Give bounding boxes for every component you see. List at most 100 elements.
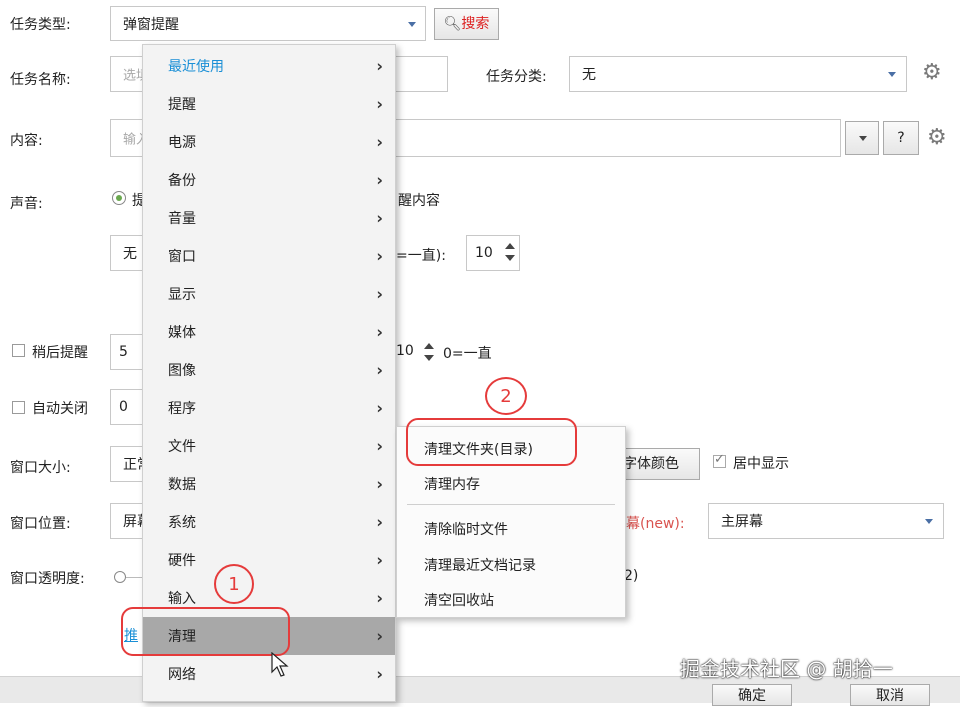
ok-button[interactable]: 确定 — [712, 684, 792, 706]
menu-item-label: 输入 — [168, 591, 196, 607]
menu-item[interactable]: 媒体 › — [143, 313, 395, 351]
submenu-item-label: 清空回收站 — [424, 593, 494, 609]
submenu-item[interactable]: 清除临时文件 — [397, 511, 625, 547]
chevron-right-icon: › — [376, 322, 383, 342]
opacity-slider-handle[interactable] — [114, 571, 126, 583]
mouse-cursor-icon — [271, 652, 289, 677]
repeat-input[interactable]: 10 — [466, 235, 520, 271]
help-button[interactable]: ? — [883, 121, 919, 155]
auto-close-label: 自动关闭 — [32, 401, 88, 417]
menu-item[interactable]: 提醒 › — [143, 85, 395, 123]
menu-item-label: 系统 — [168, 515, 196, 531]
task-category-select[interactable]: 无 — [569, 56, 907, 92]
menu-item-label: 数据 — [168, 477, 196, 493]
later-suffix: 0=一直 — [443, 346, 492, 362]
gear-icon[interactable]: ⚙ — [927, 127, 947, 149]
chevron-right-icon: › — [376, 132, 383, 152]
task-type-select[interactable]: 弹窗提醒 — [110, 6, 426, 41]
menu-item-label: 文件 — [168, 439, 196, 455]
chevron-right-icon: › — [376, 626, 383, 646]
content-label: 内容: — [10, 133, 43, 149]
menu-item[interactable]: 硬件 › — [143, 541, 395, 579]
chevron-right-icon: › — [376, 56, 383, 76]
menu-item-label: 音量 — [168, 211, 196, 227]
menu-item[interactable]: 程序 › — [143, 389, 395, 427]
submenu-separator — [407, 504, 615, 505]
submenu-item[interactable]: 清空回收站 — [397, 582, 625, 618]
repeat-label: =一直): — [396, 248, 446, 264]
menu-item-label: 硬件 — [168, 553, 196, 569]
menu-item[interactable]: 窗口 › — [143, 237, 395, 275]
menu-item[interactable]: 电源 › — [143, 123, 395, 161]
context-menu: 最近使用 › 提醒 › 电源 › 备份 › 音量 › 窗口 › 显示 › 媒体 › 图像 › 程序 › 文件 › 数据 › 系统… — [142, 44, 396, 702]
menu-item-label: 备份 — [168, 173, 196, 189]
chevron-right-icon: › — [376, 94, 383, 114]
auto-close-checkbox[interactable] — [12, 401, 25, 414]
menu-item-label: 窗口 — [168, 249, 196, 265]
chevron-right-icon: › — [376, 664, 383, 684]
chevron-right-icon: › — [376, 170, 383, 190]
later-label: 稍后提醒 — [32, 345, 88, 361]
window-pos-label: 窗口位置: — [10, 516, 71, 532]
menu-item[interactable]: 备份 › — [143, 161, 395, 199]
chevron-right-icon: › — [376, 360, 383, 380]
chevron-right-icon: › — [376, 550, 383, 570]
menu-item[interactable]: 显示 › — [143, 275, 395, 313]
opacity-label: 窗口透明度: — [10, 571, 85, 587]
chevron-right-icon: › — [376, 246, 383, 266]
submenu-item[interactable]: 清理最近文档记录 — [397, 547, 625, 583]
screen-select[interactable]: 主屏幕 — [708, 503, 944, 539]
task-type-label: 任务类型: — [10, 17, 71, 33]
center-label: 居中显示 — [733, 456, 789, 472]
sound-radio[interactable] — [112, 191, 126, 205]
chevron-right-icon: › — [376, 436, 383, 456]
menu-item[interactable]: 网络 › — [143, 655, 395, 693]
submenu-item-label: 清理内存 — [424, 477, 480, 493]
menu-item[interactable]: 文件 › — [143, 427, 395, 465]
menu-item[interactable]: 图像 › — [143, 351, 395, 389]
search-button-label: 搜索 — [461, 16, 490, 32]
annotation-ring-clean-folder — [406, 418, 577, 466]
chevron-right-icon: › — [376, 512, 383, 532]
menu-item-label: 程序 — [168, 401, 196, 417]
menu-item-label: 电源 — [168, 135, 196, 151]
menu-item[interactable]: 数据 › — [143, 465, 395, 503]
content-dropdown-button[interactable] — [845, 121, 879, 155]
task-category-label: 任务分类: — [486, 69, 547, 85]
sound-option-label: 醒内容 — [398, 193, 440, 209]
menu-item-label: 最近使用 — [168, 59, 224, 75]
submenu-item-label: 清理最近文档记录 — [424, 558, 536, 574]
annotation-badge-1: 1 — [214, 564, 254, 604]
screen-value: 主屏幕 — [721, 514, 763, 530]
search-button[interactable]: 🔍︎搜索 — [434, 8, 499, 40]
menu-item[interactable]: 音量 › — [143, 199, 395, 237]
chevron-down-icon — [925, 519, 933, 524]
submenu-item-label: 清除临时文件 — [424, 522, 508, 538]
submenu-item[interactable]: 清理内存 — [397, 466, 625, 502]
chevron-right-icon: › — [376, 588, 383, 608]
chevron-down-icon — [408, 22, 416, 27]
annotation-badge-2: 2 — [485, 377, 527, 415]
annotation-ring-cleanup — [121, 607, 290, 656]
task-category-value: 无 — [582, 67, 596, 83]
sound-select-value: 无 — [123, 246, 137, 262]
menu-item[interactable]: 最近使用 › — [143, 47, 395, 85]
chevron-down-icon — [859, 136, 867, 141]
watermark: 掘金技术社区 @ 胡拾一 — [680, 657, 893, 681]
menu-item-label: 显示 — [168, 287, 196, 303]
cancel-button[interactable]: 取消 — [850, 684, 930, 706]
repeat-value: 10 — [475, 245, 493, 261]
gear-icon[interactable]: ⚙ — [922, 62, 942, 84]
search-icon: 🔍︎ — [443, 16, 462, 32]
chevron-right-icon: › — [376, 284, 383, 304]
opacity-tail: 2) — [624, 568, 639, 584]
later-checkbox[interactable] — [12, 344, 25, 357]
sound-label: 声音: — [10, 196, 43, 212]
later-value: 5 — [119, 344, 128, 360]
menu-item-label: 提醒 — [168, 97, 196, 113]
center-checkbox[interactable]: ✓ — [713, 452, 726, 468]
menu-item[interactable]: 系统 › — [143, 503, 395, 541]
menu-item-label: 网络 — [168, 667, 196, 683]
window-size-label: 窗口大小: — [10, 460, 71, 476]
task-name-label: 任务名称: — [10, 72, 71, 88]
